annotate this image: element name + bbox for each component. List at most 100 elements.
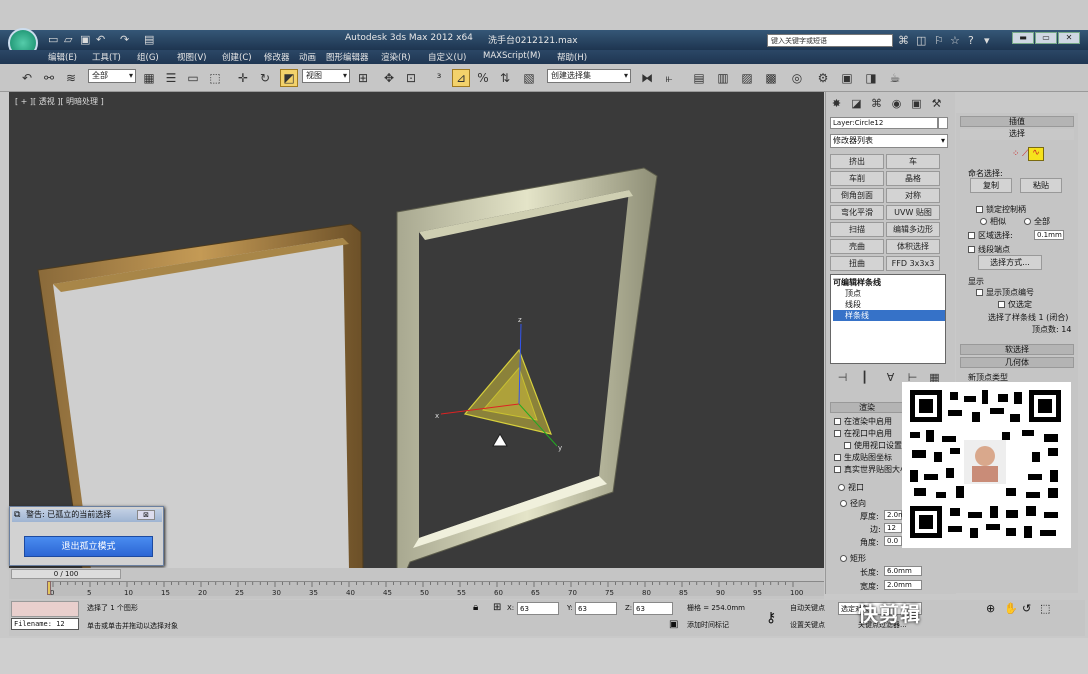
key-icon[interactable]: ⚷ <box>766 610 776 626</box>
selection-filter-dropdown[interactable]: 全部 <box>88 69 136 83</box>
interpolation-rollout-header[interactable]: 插值 <box>960 116 1074 127</box>
auto-key-button[interactable]: 自动关键点 <box>788 602 836 615</box>
menu-modifiers[interactable]: 修改器 <box>264 51 290 63</box>
viewport-radio[interactable]: 视口 <box>838 482 864 493</box>
rendered-frame-icon[interactable]: ▣ <box>838 69 856 87</box>
motion-tab-icon[interactable]: ◉ <box>888 96 905 112</box>
alike-radio[interactable]: 相似 <box>980 216 1006 227</box>
window-crossing-icon[interactable]: ⬚ <box>206 69 224 87</box>
paste-button[interactable]: 粘贴 <box>1020 178 1062 193</box>
vertex-level-icon[interactable]: ⁘ <box>1012 149 1020 159</box>
pin-stack-icon[interactable]: ⊣ <box>834 370 851 386</box>
modifier-button[interactable]: 编辑多边形 <box>886 222 940 237</box>
y-coordinate-field[interactable]: 63 <box>575 602 617 615</box>
snap-toggle-icon[interactable]: ³ <box>430 69 448 87</box>
schematic-view-icon[interactable]: ▩ <box>762 69 780 87</box>
select-by-button[interactable]: 选择方式... <box>978 255 1042 270</box>
modifier-button[interactable]: 体积选择 <box>886 239 940 254</box>
modifier-button[interactable]: 车 <box>886 154 940 169</box>
keyboard-shortcut-icon[interactable]: ⊡ <box>402 69 420 87</box>
lock-selection-icon[interactable]: 🔒︎ <box>473 602 478 613</box>
link-icon[interactable]: ⚯ <box>40 69 58 87</box>
stack-item-editable-spline[interactable]: 可编辑样条线 <box>833 277 881 288</box>
zoom-icon[interactable]: ⊕ <box>986 602 995 615</box>
minimize-button[interactable]: ▬ <box>1012 32 1034 44</box>
modifier-button[interactable]: 晶格 <box>886 171 940 186</box>
menu-graph-editors[interactable]: 图形编辑器 <box>326 51 369 63</box>
orbit-icon[interactable]: ↺ <box>1022 602 1031 615</box>
modifier-button[interactable]: 对称 <box>886 188 940 203</box>
width-spinner[interactable]: 2.0mm <box>884 580 922 590</box>
rendering-rollout-header[interactable]: 渲染 <box>830 402 904 413</box>
length-spinner[interactable]: 6.0mm <box>884 566 922 576</box>
communication-icon[interactable]: ⚐ <box>934 34 944 47</box>
add-time-tag[interactable]: 添加时间标记 <box>685 619 755 632</box>
angle-spinner[interactable]: 0.0 <box>884 536 902 546</box>
subscription-icon[interactable]: ◫ <box>916 34 926 47</box>
show-vertex-numbers-checkbox[interactable]: 显示顶点编号 <box>976 287 1034 298</box>
project-folder-icon[interactable]: ▤ <box>144 33 154 46</box>
edit-named-sel-icon[interactable]: ▧ <box>520 69 538 87</box>
render-teapot-icon[interactable]: ☕ <box>886 69 904 87</box>
chevron-down-icon[interactable]: ▾ <box>984 34 990 47</box>
curve-editor-icon[interactable]: ▨ <box>738 69 756 87</box>
pivot-center-icon[interactable]: ⊞ <box>354 69 372 87</box>
maximize-viewport-icon[interactable]: ⬚ <box>1040 602 1050 615</box>
modifier-button[interactable]: 扭曲 <box>830 256 884 271</box>
menu-edit[interactable]: 编辑(E) <box>48 51 77 63</box>
set-key-button[interactable]: 设置关键点 <box>788 619 836 632</box>
bind-spacewarp-icon[interactable]: ≋ <box>62 69 80 87</box>
undo-icon[interactable]: ↶ <box>96 33 105 46</box>
radial-radio[interactable]: 径向 <box>840 498 866 509</box>
geometry-rollout-header[interactable]: 几何体 <box>960 357 1074 368</box>
selection-rollout-header[interactable]: 选择 <box>960 129 1074 140</box>
menu-animation[interactable]: 动画 <box>299 51 316 63</box>
spinner-snap-icon[interactable]: ⇅ <box>496 69 514 87</box>
time-slider[interactable]: 0 / 100 <box>11 569 121 579</box>
enable-in-viewport-checkbox[interactable]: 在视口中启用 <box>834 428 892 439</box>
use-viewport-settings-checkbox[interactable]: 使用视口设置 <box>844 440 902 451</box>
select-manipulate-icon[interactable]: ✥ <box>380 69 398 87</box>
angle-snap-icon[interactable]: ⊿ <box>452 69 470 87</box>
move-icon[interactable]: ✛ <box>234 69 252 87</box>
render-setup-icon[interactable]: ⚙ <box>814 69 832 87</box>
object-color-swatch[interactable] <box>938 117 948 129</box>
render-production-icon[interactable]: ◨ <box>862 69 880 87</box>
redo-icon[interactable]: ↷ <box>120 33 129 46</box>
time-marker[interactable] <box>47 581 51 595</box>
open-file-icon[interactable]: ▱ <box>64 33 72 46</box>
stack-item-segment[interactable]: 线段 <box>845 299 861 310</box>
spline-level-icon[interactable]: ∿ <box>1028 147 1044 161</box>
modify-tab-icon[interactable]: ◪ <box>848 96 865 112</box>
modifier-button[interactable]: FFD 3x3x3 <box>886 256 940 271</box>
favorites-icon[interactable]: ☆ <box>950 34 960 47</box>
material-editor-icon[interactable]: ◎ <box>788 69 806 87</box>
modifier-button[interactable]: 车削 <box>830 171 884 186</box>
modifier-button[interactable]: 弯化平滑 <box>830 205 884 220</box>
close-button[interactable]: ✕ <box>1058 32 1080 44</box>
modifier-button[interactable]: UVW 贴图 <box>886 205 940 220</box>
align-icon[interactable]: ⫦ <box>660 69 678 87</box>
select-object-icon[interactable]: ▦ <box>140 69 158 87</box>
menu-group[interactable]: 组(G) <box>137 51 159 63</box>
select-by-name-icon[interactable]: ☰ <box>162 69 180 87</box>
dialog-close-button[interactable]: ⊠ <box>137 510 155 520</box>
transform-mode-icon[interactable]: ⊞ <box>493 602 501 613</box>
display-tab-icon[interactable]: ▣ <box>908 96 925 112</box>
maximize-button[interactable]: ▭ <box>1035 32 1057 44</box>
binoculars-icon[interactable]: ⌘ <box>898 34 909 47</box>
viewport-label[interactable]: [ + ][ 透视 ][ 明暗处理 ] <box>15 96 104 107</box>
lock-handles-checkbox[interactable]: 锁定控制柄 <box>976 204 1026 215</box>
layer-manager-icon[interactable]: ▤ <box>690 69 708 87</box>
help-icon[interactable]: ? <box>968 34 974 47</box>
show-end-result-icon[interactable]: ┃ <box>856 370 873 386</box>
rectangular-radio[interactable]: 矩形 <box>840 553 866 564</box>
x-coordinate-field[interactable]: 63 <box>517 602 559 615</box>
time-tag-icon[interactable]: ▣ <box>669 619 678 630</box>
track-bar[interactable]: 0 5 10 15 20 25 30 35 40 45 50 55 60 65 70 75 80 85 90 95 10… <box>49 581 824 597</box>
object-name-field[interactable]: Layer:Circle12 <box>830 117 938 129</box>
new-file-icon[interactable]: ▭ <box>48 33 58 46</box>
soft-selection-rollout-header[interactable]: 软选择 <box>960 344 1074 355</box>
search-input[interactable]: 键入关键字或短语 <box>767 34 893 47</box>
menu-customize[interactable]: 自定义(U) <box>428 51 466 63</box>
